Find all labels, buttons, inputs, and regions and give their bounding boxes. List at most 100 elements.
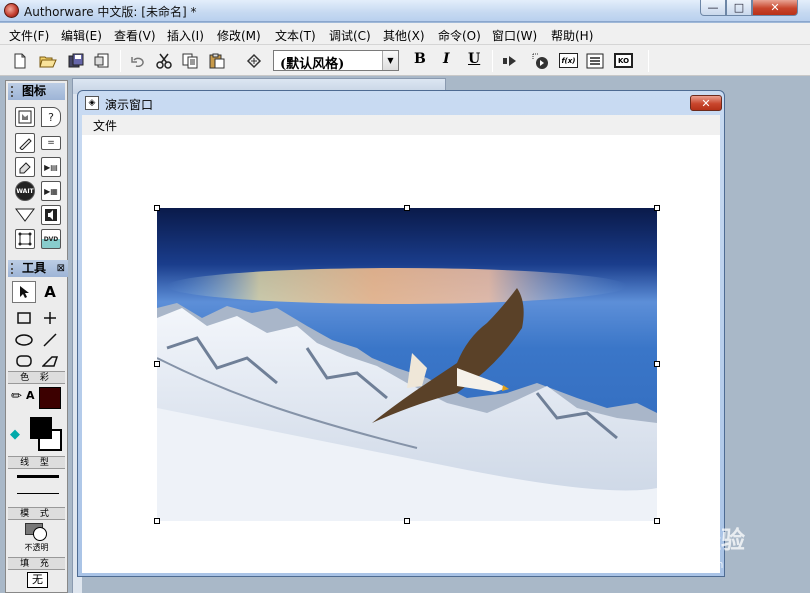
close-icon[interactable]: ⊠	[57, 260, 65, 277]
chevron-down-icon[interactable]: ▼	[382, 51, 398, 70]
pointer-tool[interactable]	[12, 281, 36, 303]
fill-value[interactable]: 无	[27, 572, 48, 588]
interaction-icon[interactable]: ?	[41, 107, 61, 127]
presentation-window: ◈ 演示窗口 ✕ 文件	[77, 90, 725, 577]
toolbar: (默认风格) ▼ B I U f(x) KO	[0, 45, 810, 76]
menu-help[interactable]: 帮助(H)	[551, 27, 593, 44]
cut-icon[interactable]	[154, 51, 174, 71]
import-icon[interactable]	[92, 51, 112, 71]
toolbar-separator	[492, 50, 493, 72]
text-color-label-icon: A	[26, 389, 35, 402]
line-style-thick[interactable]	[17, 475, 59, 478]
erase-icon[interactable]	[15, 157, 35, 177]
mode-section-label: 模 式	[8, 507, 65, 520]
navigate-icon[interactable]	[15, 229, 35, 249]
paste-icon[interactable]	[207, 51, 227, 71]
bold-button[interactable]: B	[414, 51, 426, 67]
copy-icon[interactable]	[180, 51, 200, 71]
map-icon[interactable]: ▶▤	[41, 157, 61, 177]
paint-bucket-icon[interactable]: ◆	[10, 427, 20, 442]
mode-value: 不透明	[24, 543, 49, 552]
presentation-window-icon: ◈	[85, 96, 99, 110]
text-color-swatch[interactable]	[39, 387, 61, 409]
watermark-logo: Baidu经验	[620, 526, 745, 554]
mode-icon-circle[interactable]	[33, 527, 47, 541]
fill-section-label: 填 充	[8, 557, 65, 570]
text-tool[interactable]: A	[38, 281, 62, 303]
framework-icon[interactable]	[15, 205, 35, 225]
polygon-tool[interactable]	[38, 350, 62, 372]
watermark-url: jingyan.baidu.com	[622, 558, 724, 571]
menu-window[interactable]: 窗口(W)	[492, 27, 537, 44]
calculation-icon[interactable]	[15, 133, 35, 153]
wait-icon[interactable]: WAIT	[15, 181, 35, 201]
grip-icon[interactable]	[11, 86, 15, 97]
menu-debug[interactable]: 调试(C)	[329, 27, 371, 44]
menu-edit[interactable]: 编辑(E)	[61, 27, 102, 44]
minimize-button[interactable]: —	[700, 0, 726, 16]
line-style-thin[interactable]	[17, 493, 59, 494]
window-title: Authorware 中文版: [未命名] *	[24, 5, 197, 19]
selection-handle-tr[interactable]	[654, 205, 660, 211]
menu-text[interactable]: 文本(T)	[275, 27, 316, 44]
foreground-color-swatch[interactable]	[30, 417, 52, 439]
menu-file[interactable]: 文件(F)	[9, 27, 49, 44]
menu-view[interactable]: 查看(V)	[114, 27, 156, 44]
selection-handle-bc[interactable]	[404, 518, 410, 524]
underline-button[interactable]: U	[468, 51, 480, 67]
selection-handle-ml[interactable]	[154, 361, 160, 367]
straight-line-tool[interactable]	[38, 307, 62, 329]
new-file-icon[interactable]	[10, 51, 30, 71]
selection-handle-tl[interactable]	[154, 205, 160, 211]
diagonal-line-tool[interactable]	[38, 329, 62, 351]
italic-button[interactable]: I	[443, 51, 450, 67]
presentation-window-title: 演示窗口	[105, 98, 154, 112]
grip-icon[interactable]	[11, 263, 15, 274]
rectangle-tool[interactable]	[12, 307, 36, 329]
find-icon[interactable]	[244, 51, 264, 71]
run-icon[interactable]	[500, 51, 520, 71]
decision-icon[interactable]: =	[41, 136, 61, 150]
presentation-menu-bar: 文件	[82, 115, 720, 135]
line-section-label: 线 型	[8, 456, 65, 469]
display-icon[interactable]	[15, 107, 35, 127]
selection-handle-bl[interactable]	[154, 518, 160, 524]
variable-icon[interactable]	[585, 51, 605, 71]
menu-command[interactable]: 命令(O)	[438, 27, 481, 44]
tools-panel-header[interactable]: 工具 ⊠	[8, 260, 68, 277]
menu-other[interactable]: 其他(X)	[383, 27, 425, 44]
save-all-icon[interactable]	[66, 51, 86, 71]
rounded-rectangle-tool[interactable]	[12, 350, 36, 372]
tools-panel-title: 工具	[22, 261, 47, 275]
ellipse-tool[interactable]	[12, 329, 36, 351]
toolbar-separator	[120, 50, 121, 72]
color-section-label: 色 彩	[8, 371, 65, 384]
selection-handle-mr[interactable]	[654, 361, 660, 367]
toolbar-separator	[648, 50, 649, 72]
menu-insert[interactable]: 插入(I)	[167, 27, 204, 44]
undo-icon[interactable]	[128, 51, 148, 71]
knowledge-object-icon[interactable]: KO	[614, 53, 633, 68]
sound-icon[interactable]	[41, 205, 61, 225]
style-selector-value: (默认风格)	[280, 57, 345, 72]
movie-icon[interactable]: ▶▦	[41, 181, 61, 201]
style-selector[interactable]: (默认风格) ▼	[273, 50, 399, 72]
pencil-icon[interactable]: ✏	[11, 389, 22, 404]
menu-bar: 文件(F) 编辑(E) 查看(V) 插入(I) 修改(M) 文本(T) 调试(C…	[0, 23, 810, 45]
video-icon[interactable]: DVD	[41, 229, 61, 249]
presentation-canvas	[82, 135, 720, 573]
maximize-button[interactable]: □	[726, 0, 752, 16]
open-icon[interactable]	[38, 51, 58, 71]
selection-handle-tc[interactable]	[404, 205, 410, 211]
eagle-landscape-image[interactable]	[157, 208, 657, 521]
icon-palette-title: 图标	[22, 84, 47, 98]
icon-palette: 图标 ? = ▶▤ WAIT ▶▦ DVD 工具 ⊠ A 色 彩 ✏ A ◆ 线…	[5, 80, 68, 593]
menu-modify[interactable]: 修改(M)	[217, 27, 261, 44]
control-panel-icon[interactable]	[530, 51, 550, 71]
function-icon[interactable]: f(x)	[559, 53, 578, 68]
close-button[interactable]: ✕	[752, 0, 798, 16]
presentation-menu-file[interactable]: 文件	[93, 117, 117, 134]
presentation-close-button[interactable]: ✕	[690, 95, 722, 111]
icon-palette-header[interactable]: 图标	[8, 83, 65, 100]
app-logo-icon	[4, 3, 19, 18]
